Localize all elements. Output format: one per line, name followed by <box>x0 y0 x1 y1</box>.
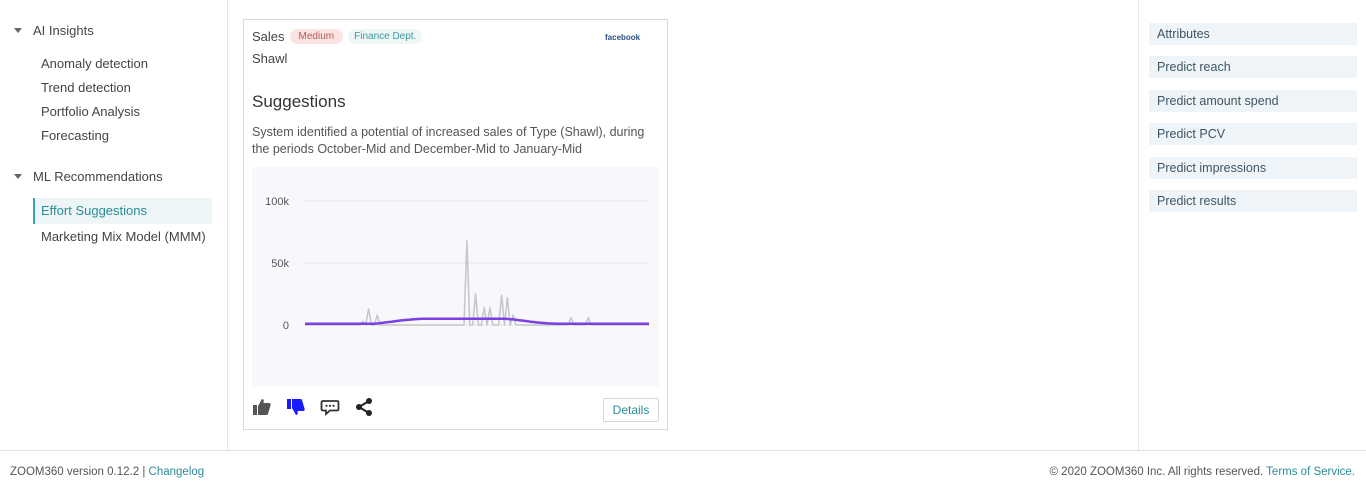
changelog-link[interactable]: Changelog <box>149 466 205 478</box>
category-label: Sales <box>252 29 285 44</box>
sidebar-item-trend-detection[interactable]: Trend detection <box>33 75 212 101</box>
details-button[interactable]: Details <box>603 398 659 422</box>
section-ml-recommendations[interactable]: ML Recommendations <box>14 169 163 184</box>
share-icon[interactable] <box>354 397 374 417</box>
sidebar-item-effort-suggestions[interactable]: Effort Suggestions <box>33 198 212 224</box>
panel-item-predict-reach[interactable]: Predict reach <box>1149 56 1357 78</box>
caret-down-icon <box>14 174 22 179</box>
panel-item-predict-results[interactable]: Predict results <box>1149 190 1357 212</box>
card-header: Sales Medium Finance Dept. <box>252 29 423 44</box>
suggestion-description: System identified a potential of increas… <box>252 125 645 156</box>
raw-sales-series-line <box>305 239 649 326</box>
thumbs-down-icon[interactable] <box>286 397 306 417</box>
terms-link[interactable]: Terms of Service. <box>1266 466 1355 478</box>
y-tick-label: 50k <box>271 258 289 270</box>
trend-series-line <box>305 317 649 326</box>
suggestion-card: Sales Medium Finance Dept. facebook Shaw… <box>243 19 668 430</box>
sidebar-item-portfolio-analysis[interactable]: Portfolio Analysis <box>33 99 212 125</box>
footer-right: © 2020 ZOOM360 Inc. All rights reserved.… <box>1050 466 1355 478</box>
department-badge: Finance Dept. <box>348 29 423 44</box>
footer-separator: | <box>142 466 146 478</box>
panel-item-attributes[interactable]: Attributes <box>1149 23 1357 45</box>
product-label: Shawl <box>252 51 288 66</box>
sidebar-item-forecasting[interactable]: Forecasting <box>33 123 212 149</box>
caret-down-icon <box>14 28 22 33</box>
panel-item-predict-amount-spend[interactable]: Predict amount spend <box>1149 90 1357 112</box>
section-title: AI Insights <box>33 23 94 38</box>
right-panel: Attributes Predict reach Predict amount … <box>1138 0 1366 450</box>
thumbs-up-icon[interactable] <box>252 397 272 417</box>
y-tick-label: 0 <box>283 320 289 332</box>
copyright-text: © 2020 ZOOM360 Inc. All rights reserved. <box>1049 466 1264 478</box>
facebook-logo: facebook <box>605 33 641 42</box>
panel-item-predict-impressions[interactable]: Predict impressions <box>1149 157 1357 179</box>
comment-icon[interactable] <box>320 397 340 417</box>
sidebar-item-anomaly-detection[interactable]: Anomaly detection <box>33 51 212 77</box>
priority-badge: Medium <box>289 29 344 44</box>
card-title: Suggestions <box>252 92 346 111</box>
y-tick-label: 100k <box>265 196 289 208</box>
version-text: ZOOM360 version 0.12.2 <box>10 466 140 478</box>
chart-svg: 100k 50k 0 <box>265 196 649 332</box>
sidebar-item-marketing-mix-model[interactable]: Marketing Mix Model (MMM) <box>33 224 212 250</box>
section-ai-insights[interactable]: AI Insights <box>14 23 94 38</box>
panel-item-predict-pcv[interactable]: Predict PCV <box>1149 123 1357 145</box>
footer: ZOOM360 version 0.12.2 | Changelog © 202… <box>0 450 1366 493</box>
sidebar: AI Insights Anomaly detection Trend dete… <box>0 0 228 450</box>
footer-left: ZOOM360 version 0.12.2 | Changelog <box>10 466 204 478</box>
section-title: ML Recommendations <box>33 169 163 184</box>
sales-chart: 100k 50k 0 <box>252 167 659 386</box>
card-actions <box>252 397 374 417</box>
app-root: AI Insights Anomaly detection Trend dete… <box>0 0 1366 493</box>
